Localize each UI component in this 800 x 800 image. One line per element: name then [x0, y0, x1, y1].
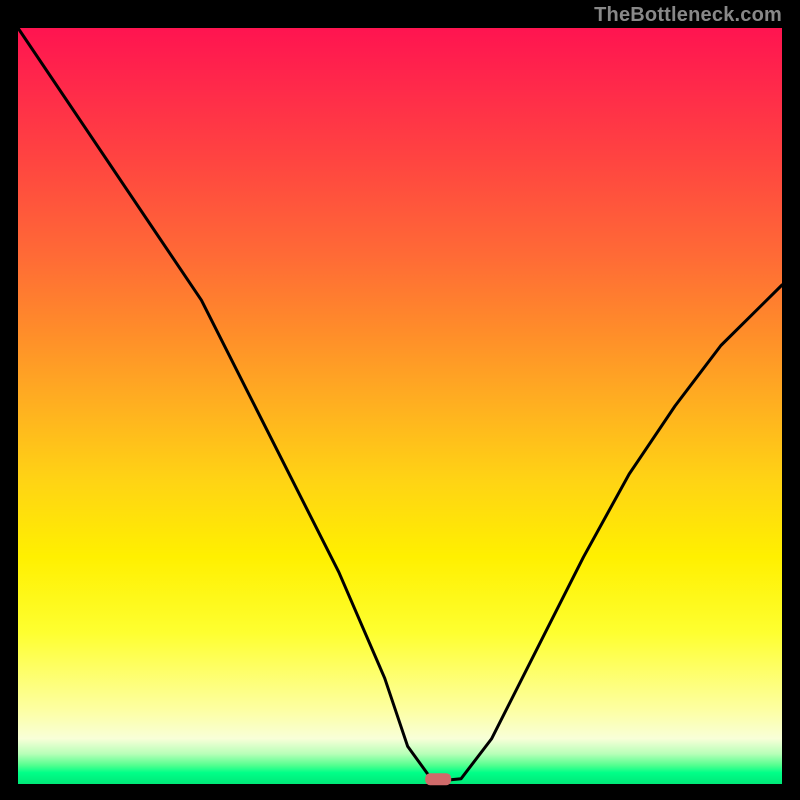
watermark-text: TheBottleneck.com: [594, 4, 782, 27]
plot-area: [18, 28, 782, 784]
chart-frame: TheBottleneck.com: [0, 0, 800, 800]
minimum-marker: [425, 773, 451, 785]
bottleneck-curve: [18, 28, 782, 780]
curve-layer: [18, 28, 782, 784]
